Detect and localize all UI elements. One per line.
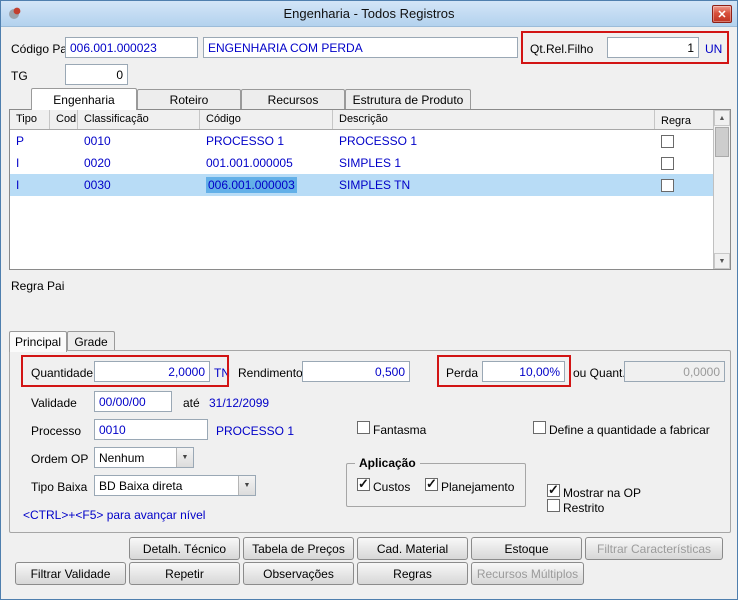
regra-pai-label: Regra Pai — [11, 279, 64, 293]
cell-descricao: PROCESSO 1 — [333, 130, 655, 152]
cell-cod — [50, 152, 78, 174]
tab-principal[interactable]: Principal — [9, 331, 67, 352]
cell-descricao: SIMPLES TN — [333, 174, 655, 196]
regra-checkbox[interactable] — [661, 179, 674, 192]
cell-classificacao: 0030 — [78, 174, 200, 196]
col-cod[interactable]: Cod — [50, 110, 78, 129]
qt-rel-filho-label: Qt.Rel.Filho — [530, 42, 593, 56]
tab-estrutura-de-produto[interactable]: Estrutura de Produto — [345, 89, 471, 110]
qt-rel-filho-input[interactable] — [607, 37, 699, 58]
close-button[interactable]: ✕ — [712, 5, 732, 23]
estoque-button[interactable]: Estoque — [471, 537, 582, 560]
engenharia-grid: Tipo Cod Classificação Código Descrição … — [9, 109, 731, 270]
table-row[interactable]: P 0010 PROCESSO 1 PROCESSO 1 — [10, 130, 713, 152]
scroll-up-icon[interactable]: ▲ — [714, 110, 730, 126]
cell-cod — [50, 130, 78, 152]
selected-cell-text: 006.001.000003 — [206, 177, 297, 193]
scroll-down-icon[interactable]: ▼ — [714, 253, 730, 269]
cell-classificacao: 0020 — [78, 152, 200, 174]
col-regra[interactable]: Regra — [655, 110, 713, 129]
tab-grade[interactable]: Grade — [67, 331, 115, 351]
regras-button[interactable]: Regras — [357, 562, 468, 585]
tabela-de-precos-button[interactable]: Tabela de Preços — [243, 537, 354, 560]
codigo-pai-input[interactable] — [65, 37, 198, 58]
filtrar-validade-button[interactable]: Filtrar Validade — [15, 562, 126, 585]
table-row[interactable]: I 0020 001.001.000005 SIMPLES 1 — [10, 152, 713, 174]
tg-input[interactable] — [65, 64, 128, 85]
title-bar: Engenharia - Todos Registros ✕ — [1, 1, 737, 27]
filtrar-caracteristicas-button: Filtrar Características — [585, 537, 723, 560]
cell-codigo: 006.001.000003 — [200, 174, 333, 196]
cell-tipo: I — [10, 152, 50, 174]
app-icon — [7, 6, 22, 21]
detalh-tecnico-button[interactable]: Detalh. Técnico — [129, 537, 240, 560]
cell-codigo: PROCESSO 1 — [200, 130, 333, 152]
cell-tipo: I — [10, 174, 50, 196]
qt-rel-filho-unit: UN — [705, 42, 722, 56]
descricao-pai-input[interactable] — [203, 37, 518, 58]
cell-cod — [50, 174, 78, 196]
principal-panel — [9, 350, 731, 533]
tab-roteiro[interactable]: Roteiro — [137, 89, 241, 110]
col-codigo[interactable]: Código — [200, 110, 333, 129]
tg-label: TG — [11, 69, 28, 83]
table-row-selected[interactable]: I 0030 006.001.000003 SIMPLES TN — [10, 174, 713, 196]
tab-recursos[interactable]: Recursos — [241, 89, 345, 110]
scrollbar-thumb[interactable] — [715, 127, 729, 157]
window-title: Engenharia - Todos Registros — [283, 6, 454, 21]
repetir-button[interactable]: Repetir — [129, 562, 240, 585]
observacoes-button[interactable]: Observações — [243, 562, 354, 585]
grid-vertical-scrollbar[interactable]: ▲ ▼ — [713, 110, 730, 269]
tab-engenharia[interactable]: Engenharia — [31, 88, 137, 110]
grid-header: Tipo Cod Classificação Código Descrição … — [10, 110, 713, 130]
recursos-multiplos-button: Recursos Múltiplos — [471, 562, 584, 585]
cell-codigo: 001.001.000005 — [200, 152, 333, 174]
col-classificacao[interactable]: Classificação — [78, 110, 200, 129]
regra-checkbox[interactable] — [661, 135, 674, 148]
col-tipo[interactable]: Tipo — [10, 110, 50, 129]
regra-checkbox[interactable] — [661, 157, 674, 170]
cell-classificacao: 0010 — [78, 130, 200, 152]
cell-tipo: P — [10, 130, 50, 152]
engenharia-window: Engenharia - Todos Registros ✕ Código Pa… — [0, 0, 738, 600]
col-descricao[interactable]: Descrição — [333, 110, 655, 129]
cell-descricao: SIMPLES 1 — [333, 152, 655, 174]
cad-material-button[interactable]: Cad. Material — [357, 537, 468, 560]
codigo-pai-label: Código Pai — [11, 42, 70, 56]
